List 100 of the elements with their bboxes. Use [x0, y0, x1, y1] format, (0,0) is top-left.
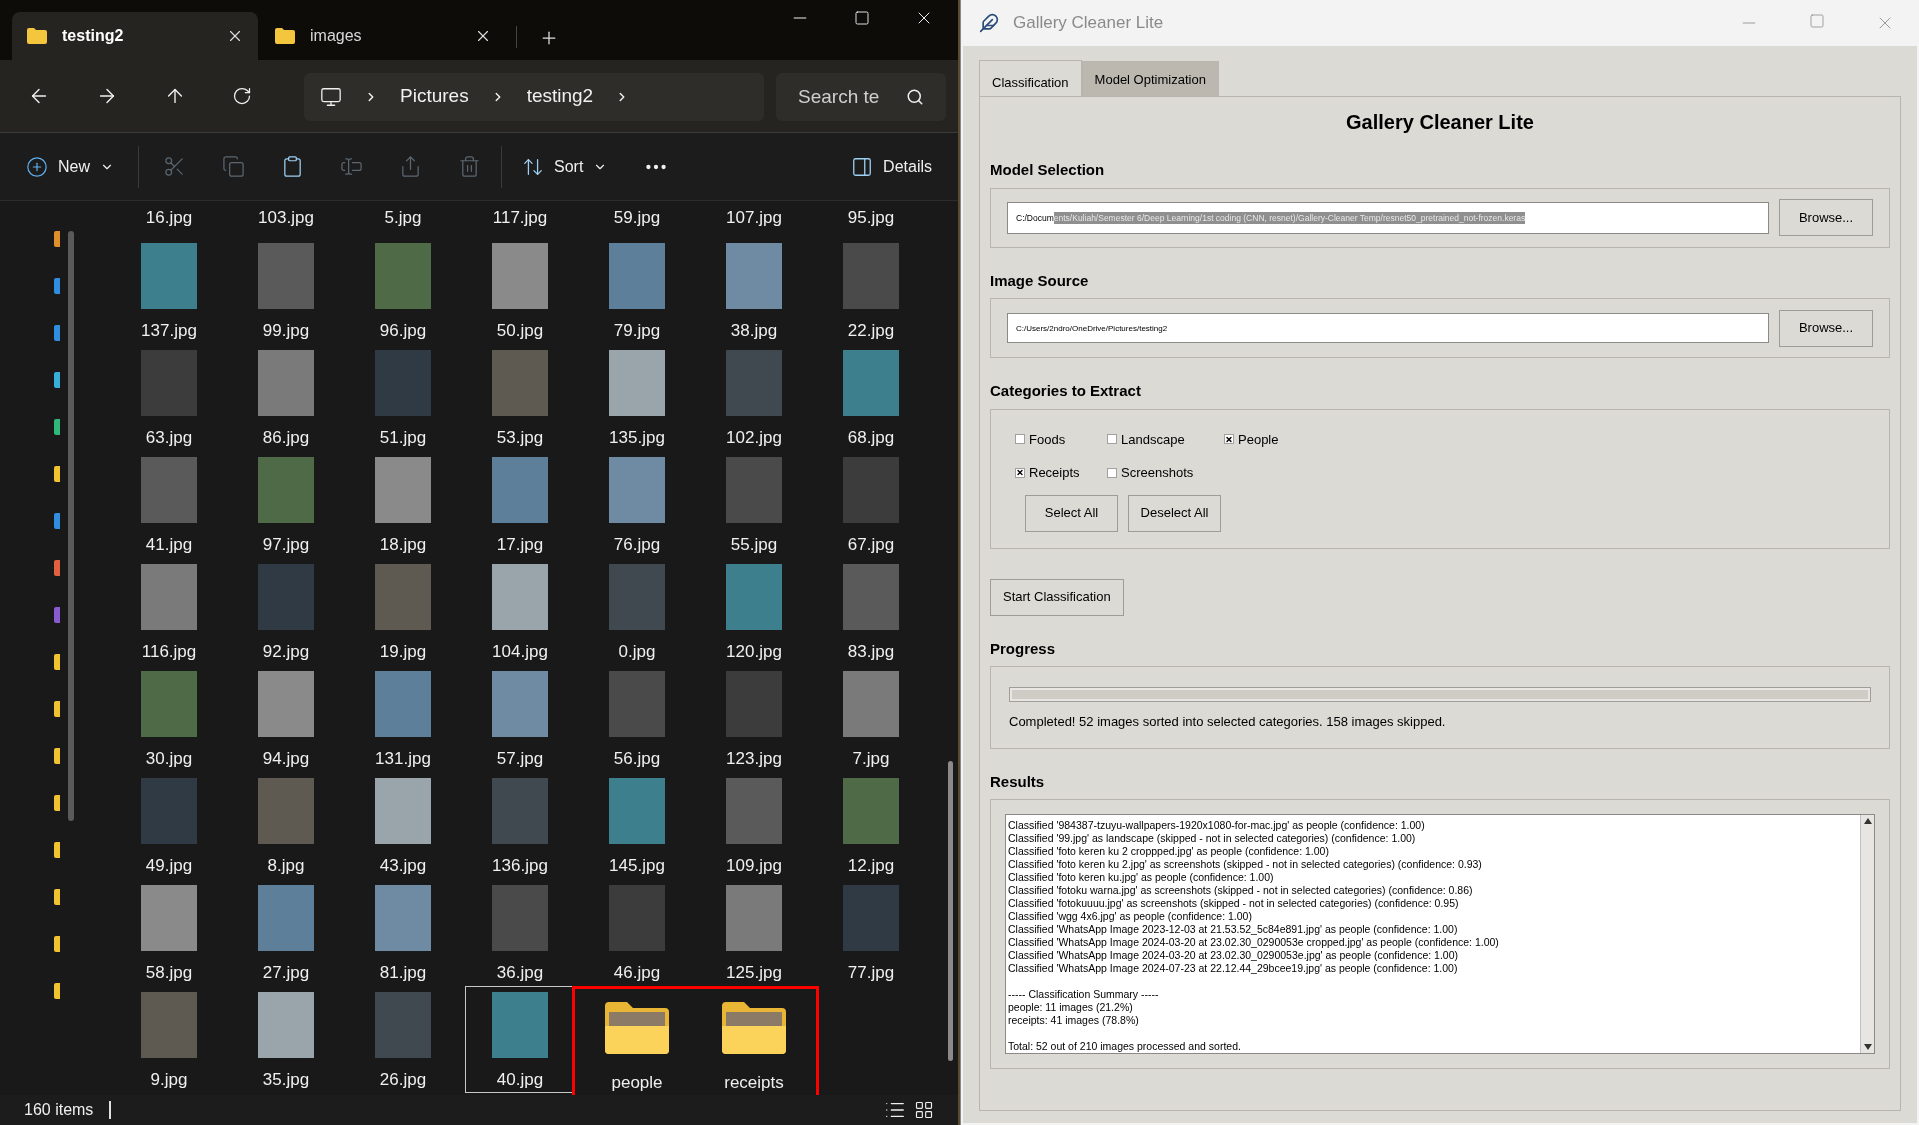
file-item[interactable]: 63.jpg: [114, 344, 224, 451]
start-classification-button[interactable]: Start Classification: [990, 578, 1124, 616]
refresh-icon[interactable]: [232, 86, 252, 106]
file-item[interactable]: 99.jpg: [231, 237, 341, 344]
file-item[interactable]: 94.jpg: [231, 665, 341, 772]
file-item[interactable]: 55.jpg: [699, 451, 809, 558]
category-checkbox[interactable]: Foods: [1015, 429, 1107, 449]
breadcrumb-item[interactable]: Pictures: [400, 82, 469, 111]
file-item[interactable]: 86.jpg: [231, 344, 341, 451]
explorer-tab[interactable]: images: [260, 12, 506, 60]
file-item[interactable]: 19.jpg: [348, 558, 458, 665]
file-item[interactable]: 53.jpg: [465, 344, 575, 451]
image-source-field[interactable]: C:/Users/2ndro/OneDrive/Pictures/testing2: [1007, 313, 1769, 343]
file-item[interactable]: 8.jpg: [231, 772, 341, 879]
file-item[interactable]: 12.jpg: [816, 772, 926, 879]
file-item[interactable]: 67.jpg: [816, 451, 926, 558]
file-item[interactable]: 50.jpg: [465, 237, 575, 344]
file-item[interactable]: 18.jpg: [348, 451, 458, 558]
selection-button[interactable]: Deselect All: [1128, 494, 1221, 532]
file-item[interactable]: 26.jpg: [348, 986, 458, 1093]
file-item[interactable]: receipts: [699, 989, 809, 1096]
scrollbar-thumb[interactable]: [947, 761, 953, 1061]
file-item[interactable]: 145.jpg: [582, 772, 692, 879]
checkbox[interactable]: [1107, 467, 1117, 478]
file-name[interactable]: 16.jpg: [114, 207, 224, 237]
file-item[interactable]: 36.jpg: [465, 879, 575, 986]
file-name[interactable]: 59.jpg: [582, 207, 692, 237]
category-checkbox[interactable]: Receipts: [1015, 463, 1107, 483]
category-checkbox[interactable]: Landscape: [1107, 429, 1224, 449]
file-item[interactable]: 116.jpg: [114, 558, 224, 665]
category-checkbox[interactable]: Screenshots: [1107, 463, 1224, 483]
file-item[interactable]: 35.jpg: [231, 986, 341, 1093]
file-item[interactable]: 123.jpg: [699, 665, 809, 772]
file-item[interactable]: 137.jpg: [114, 237, 224, 344]
photo-placeholder: [609, 350, 665, 416]
file-name[interactable]: 117.jpg: [465, 207, 575, 237]
file-item[interactable]: 104.jpg: [465, 558, 575, 665]
file-item[interactable]: 30.jpg: [114, 665, 224, 772]
file-item[interactable]: 79.jpg: [582, 237, 692, 344]
file-item[interactable]: 102.jpg: [699, 344, 809, 451]
browse-button[interactable]: Browse...: [1779, 309, 1873, 347]
total-line: Total: 52 out of 210 images processed and sorted.: [1008, 1040, 1242, 1053]
file-name[interactable]: 103.jpg: [231, 207, 341, 237]
file-item[interactable]: 38.jpg: [699, 237, 809, 344]
file-name[interactable]: 5.jpg: [348, 207, 458, 237]
file-item[interactable]: 40.jpg: [465, 986, 575, 1093]
file-item[interactable]: 131.jpg: [348, 665, 458, 772]
category-checkbox[interactable]: People: [1224, 429, 1865, 449]
file-item[interactable]: 92.jpg: [231, 558, 341, 665]
file-item[interactable]: 109.jpg: [699, 772, 809, 879]
tab[interactable]: Model Optimization: [1081, 61, 1219, 97]
scrollbar-thumb[interactable]: [68, 231, 74, 821]
file-item[interactable]: 68.jpg: [816, 344, 926, 451]
file-item[interactable]: 7.jpg: [816, 665, 926, 772]
checkbox[interactable]: [1015, 434, 1025, 445]
photo-placeholder: [726, 457, 782, 523]
selection-button[interactable]: Select All: [1025, 494, 1118, 532]
section-label: Image Source: [990, 270, 1090, 291]
file-item[interactable]: 9.jpg: [114, 986, 224, 1093]
sort-button[interactable]: Sort: [522, 154, 608, 179]
file-item[interactable]: 97.jpg: [231, 451, 341, 558]
explorer-tab[interactable]: testing2: [12, 12, 258, 60]
file-item[interactable]: 57.jpg: [465, 665, 575, 772]
file-item[interactable]: 77.jpg: [816, 879, 926, 986]
file-item[interactable]: 0.jpg: [582, 558, 692, 665]
tab[interactable]: Classification: [979, 60, 1082, 96]
file-item[interactable]: 58.jpg: [114, 879, 224, 986]
address-bar[interactable]: Pictures testing2: [304, 72, 764, 121]
search-field[interactable]: Search te: [776, 72, 946, 121]
photo-placeholder: [726, 564, 782, 630]
breadcrumb-item[interactable]: testing2: [526, 82, 594, 111]
file-item[interactable]: people: [582, 989, 692, 1096]
file-item[interactable]: 125.jpg: [699, 879, 809, 986]
file-item[interactable]: 83.jpg: [816, 558, 926, 665]
file-item[interactable]: 43.jpg: [348, 772, 458, 879]
file-item[interactable]: 22.jpg: [816, 237, 926, 344]
file-item[interactable]: 81.jpg: [348, 879, 458, 986]
file-item[interactable]: 46.jpg: [582, 879, 692, 986]
file-item[interactable]: 136.jpg: [465, 772, 575, 879]
new-button[interactable]: New: [26, 154, 114, 179]
details-button[interactable]: Details: [851, 154, 932, 179]
file-item[interactable]: 76.jpg: [582, 451, 692, 558]
checkbox[interactable]: [1107, 434, 1117, 445]
file-name[interactable]: 107.jpg: [699, 207, 809, 237]
scrollbar[interactable]: [1860, 815, 1874, 1053]
file-item[interactable]: 27.jpg: [231, 879, 341, 986]
file-name[interactable]: 95.jpg: [816, 207, 926, 237]
file-item[interactable]: 96.jpg: [348, 237, 458, 344]
checkbox[interactable]: [1224, 434, 1234, 445]
file-item[interactable]: 56.jpg: [582, 665, 692, 772]
file-item[interactable]: 49.jpg: [114, 772, 224, 879]
file-item[interactable]: 41.jpg: [114, 451, 224, 558]
file-item[interactable]: 120.jpg: [699, 558, 809, 665]
tiles-view-icon[interactable]: [914, 1100, 934, 1120]
file-item[interactable]: 135.jpg: [582, 344, 692, 451]
browse-button[interactable]: Browse...: [1779, 199, 1873, 236]
file-item[interactable]: 17.jpg: [465, 451, 575, 558]
clipboard-icon[interactable]: [281, 155, 304, 178]
checkbox[interactable]: [1015, 467, 1025, 478]
file-item[interactable]: 51.jpg: [348, 344, 458, 451]
